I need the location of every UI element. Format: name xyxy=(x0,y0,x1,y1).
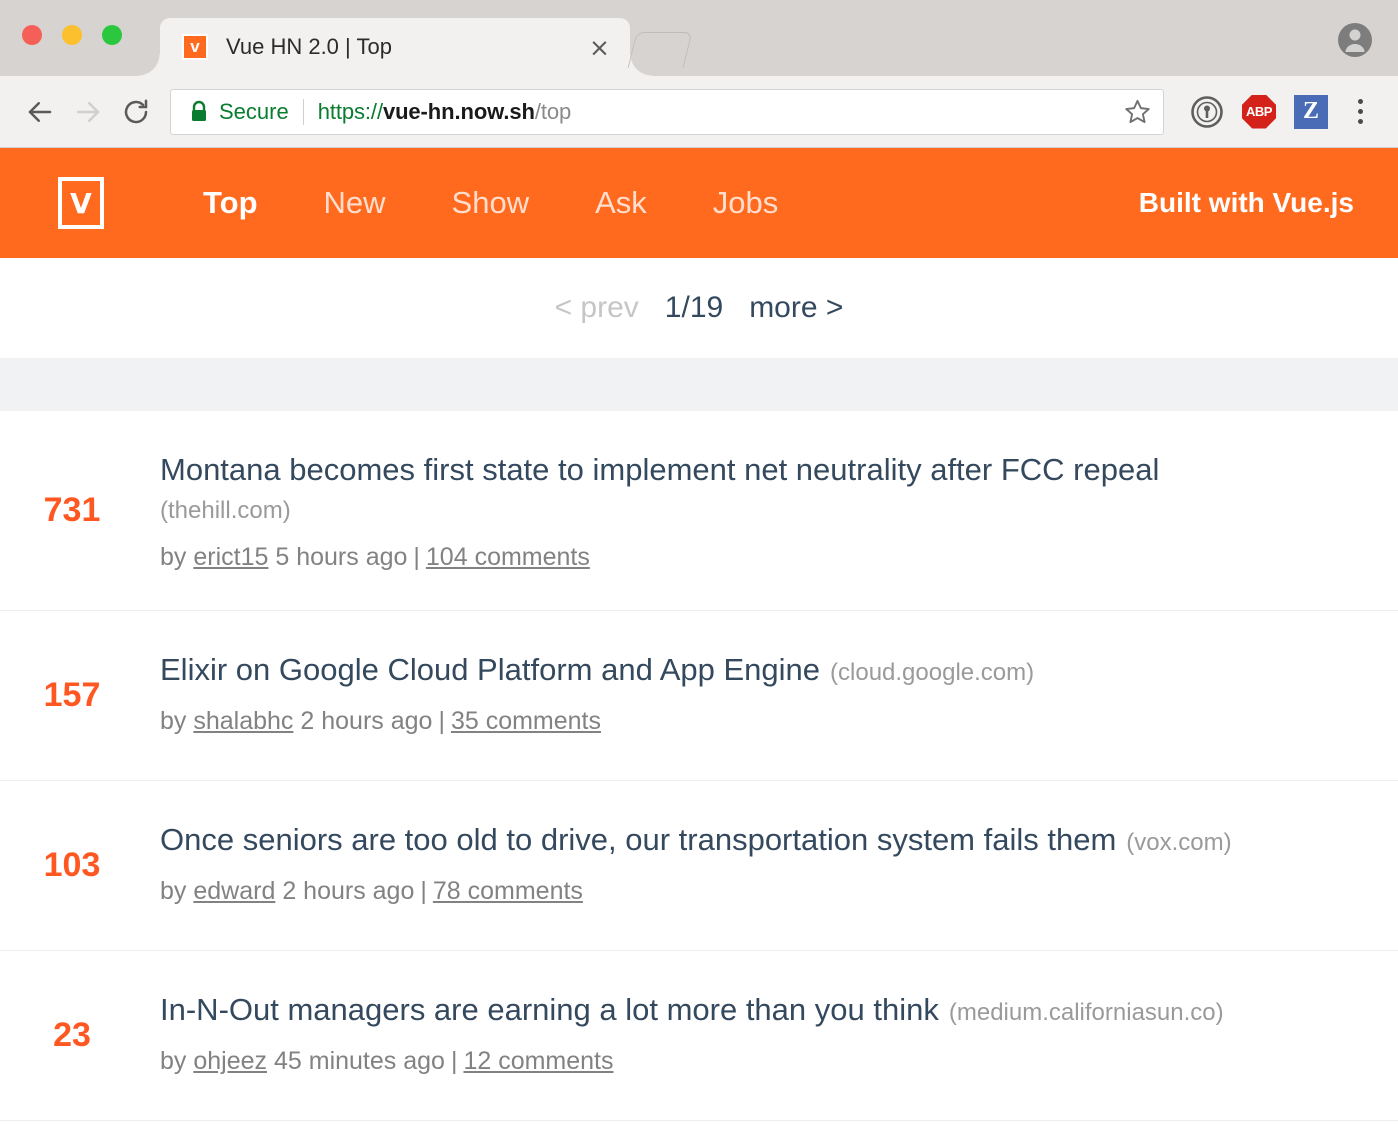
secure-label: Secure xyxy=(219,99,289,125)
page-counter: 1/19 xyxy=(665,291,723,325)
news-domain: (medium.californiasun.co) xyxy=(949,999,1224,1026)
reload-icon[interactable] xyxy=(112,88,160,136)
prev-page-link: < prev xyxy=(555,291,639,325)
new-tab-button[interactable] xyxy=(628,32,693,68)
news-time: 2 hours ago xyxy=(282,877,414,905)
adblock-plus-icon[interactable]: ABP xyxy=(1236,89,1282,135)
news-score: 23 xyxy=(0,1016,160,1055)
news-author-link[interactable]: ohjeez xyxy=(193,1047,267,1075)
news-item: 23 In-N-Out managers are earning a lot m… xyxy=(0,951,1398,1121)
forward-arrow-icon xyxy=(64,88,112,136)
news-title-link[interactable]: Elixir on Google Cloud Platform and App … xyxy=(160,652,820,687)
meta-separator: | xyxy=(451,1047,458,1075)
news-title-link[interactable]: Montana becomes first state to implement… xyxy=(160,452,1159,487)
maximize-window-button[interactable] xyxy=(102,25,122,45)
nav-item-ask[interactable]: Ask xyxy=(562,185,680,221)
nav-links: Top New Show Ask Jobs xyxy=(170,185,811,221)
news-body: In-N-Out managers are earning a lot more… xyxy=(160,987,1368,1077)
browser-window: v Vue HN 2.0 | Top × xyxy=(0,0,1398,1132)
back-arrow-icon[interactable] xyxy=(16,88,64,136)
news-by-label: by xyxy=(160,1047,186,1075)
close-window-button[interactable] xyxy=(22,25,42,45)
url-host: vue-hn.now.sh xyxy=(383,99,535,124)
news-title-row: Elixir on Google Cloud Platform and App … xyxy=(160,649,1368,691)
news-domain: (cloud.google.com) xyxy=(830,659,1034,686)
close-tab-button[interactable]: × xyxy=(583,35,616,60)
account-avatar-icon[interactable] xyxy=(1334,19,1376,61)
news-score: 103 xyxy=(0,846,160,885)
news-comments-link[interactable]: 12 comments xyxy=(463,1047,613,1075)
browser-tab[interactable]: v Vue HN 2.0 | Top × xyxy=(160,18,630,76)
tab-title: Vue HN 2.0 | Top xyxy=(226,34,583,60)
news-item: 731 Montana becomes first state to imple… xyxy=(0,411,1398,611)
address-bar[interactable]: Secure https://vue-hn.now.sh/top xyxy=(170,89,1164,135)
1password-icon[interactable] xyxy=(1184,89,1230,135)
minimize-window-button[interactable] xyxy=(62,25,82,45)
news-author-link[interactable]: shalabhc xyxy=(193,707,293,735)
news-time: 2 hours ago xyxy=(300,707,432,735)
news-comments-link[interactable]: 35 comments xyxy=(451,707,601,735)
news-by-label: by xyxy=(160,877,186,905)
zotero-label: Z xyxy=(1294,95,1328,129)
lock-icon xyxy=(189,100,209,124)
news-item: 103 Once seniors are too old to drive, o… xyxy=(0,781,1398,951)
news-domain: (vox.com) xyxy=(1126,829,1231,856)
news-list: 731 Montana becomes first state to imple… xyxy=(0,411,1398,1121)
nav-item-top[interactable]: Top xyxy=(170,185,291,221)
news-body: Montana becomes first state to implement… xyxy=(160,447,1368,574)
star-icon[interactable] xyxy=(1124,98,1151,125)
news-time: 45 minutes ago xyxy=(274,1047,445,1075)
news-title-row: Once seniors are too old to drive, our t… xyxy=(160,819,1368,861)
tab-strip: v Vue HN 2.0 | Top × xyxy=(0,0,1398,76)
news-meta: by shalabhc 2 hours ago|35 comments xyxy=(160,705,1368,738)
news-title-row: In-N-Out managers are earning a lot more… xyxy=(160,989,1368,1031)
tab-favicon-icon: v xyxy=(182,34,208,60)
page-content: V Top New Show Ask Jobs Built with Vue.j… xyxy=(0,148,1398,1121)
nav-item-new[interactable]: New xyxy=(291,185,419,221)
news-title-row: Montana becomes first state to implement… xyxy=(160,449,1368,527)
meta-separator: | xyxy=(438,707,445,735)
section-divider-band xyxy=(0,358,1398,411)
meta-separator: | xyxy=(413,543,420,571)
news-by-label: by xyxy=(160,543,186,571)
url-scheme: https:// xyxy=(318,99,383,124)
news-score: 157 xyxy=(0,676,160,715)
browser-toolbar: Secure https://vue-hn.now.sh/top ABP Z xyxy=(0,76,1398,148)
news-item: 157 Elixir on Google Cloud Platform and … xyxy=(0,611,1398,781)
news-title-link[interactable]: Once seniors are too old to drive, our t… xyxy=(160,822,1116,857)
adblock-plus-label: ABP xyxy=(1242,95,1276,129)
news-body: Elixir on Google Cloud Platform and App … xyxy=(160,647,1368,737)
site-navigation-bar: V Top New Show Ask Jobs Built with Vue.j… xyxy=(0,148,1398,258)
news-domain: (thehill.com) xyxy=(160,495,1368,527)
zotero-icon[interactable]: Z xyxy=(1288,89,1334,135)
url-path: /top xyxy=(535,99,571,124)
pagination-bar: < prev 1/19 more > xyxy=(0,258,1398,358)
nav-item-jobs[interactable]: Jobs xyxy=(680,185,811,221)
news-author-link[interactable]: edward xyxy=(193,877,275,905)
news-title-link[interactable]: In-N-Out managers are earning a lot more… xyxy=(160,992,939,1027)
news-score: 731 xyxy=(0,491,160,530)
next-page-link[interactable]: more > xyxy=(749,291,843,325)
news-by-label: by xyxy=(160,707,186,735)
news-meta: by erict15 5 hours ago|104 comments xyxy=(160,541,1368,574)
omnibox-divider xyxy=(303,99,304,125)
news-comments-link[interactable]: 104 comments xyxy=(426,543,590,571)
three-dot-menu-icon[interactable] xyxy=(1338,89,1382,135)
nav-item-show[interactable]: Show xyxy=(419,185,563,221)
news-body: Once seniors are too old to drive, our t… xyxy=(160,817,1368,907)
news-author-link[interactable]: erict15 xyxy=(193,543,268,571)
vue-logo-icon[interactable]: V xyxy=(58,177,104,229)
news-comments-link[interactable]: 78 comments xyxy=(433,877,583,905)
news-meta: by ohjeez 45 minutes ago|12 comments xyxy=(160,1045,1368,1078)
news-meta: by edward 2 hours ago|78 comments xyxy=(160,875,1368,908)
window-controls xyxy=(22,25,122,45)
built-with-vue-tagline: Built with Vue.js xyxy=(1139,187,1354,219)
news-time: 5 hours ago xyxy=(275,543,407,571)
url-text: https://vue-hn.now.sh/top xyxy=(318,99,1116,125)
meta-separator: | xyxy=(420,877,427,905)
